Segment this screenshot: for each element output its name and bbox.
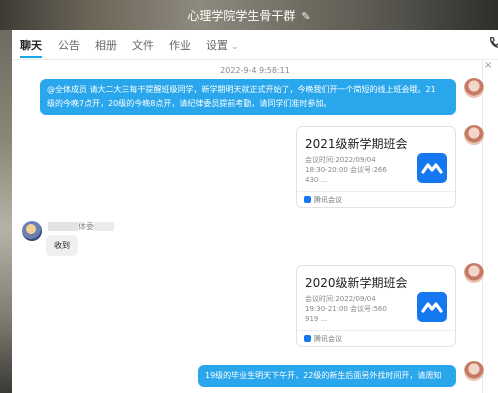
meeting-card-title: 2020级新学期班会 [305, 276, 408, 290]
name-redacted [94, 222, 114, 231]
meeting-time-label: 会议时间:2022/09/04 [305, 156, 376, 164]
meeting-id-rest: 430 ... [305, 176, 328, 184]
meeting-app-name: 腾讯会议 [314, 196, 342, 204]
meeting-card-footer: 腾讯会议 [297, 191, 455, 208]
group-title: 心理学院学生骨干群 ✎ [0, 7, 498, 24]
meeting-card-title: 2021级新学期班会 [305, 137, 408, 151]
meeting-card-2020[interactable]: 2020级新学期班会 会议时间:2022/09/04 19:30-21:00 会… [296, 265, 456, 347]
avatar[interactable] [464, 78, 484, 98]
announcement-line-1: @全体成员 请大二大三每干提醒班级同学，新学期明天就正式开始了，今晚我们开一个简… [47, 85, 436, 94]
tab-homework[interactable]: 作业 [169, 37, 191, 53]
tab-chat[interactable]: 聊天 [20, 37, 42, 53]
meeting-card-info: 会议时间:2022/09/04 18:30-20:00 会议号:266 430 … [305, 155, 405, 185]
tencent-meeting-small-icon [304, 196, 311, 203]
phone-icon[interactable] [488, 36, 498, 50]
sender-name: 体委 [48, 221, 114, 232]
avatar[interactable] [22, 221, 42, 241]
tab-settings[interactable]: 设置 ⌄ [206, 37, 239, 53]
tab-files[interactable]: 文件 [132, 37, 154, 53]
background-strip [0, 30, 12, 393]
reply-bubble[interactable]: 收到 [46, 235, 78, 256]
meeting-card-2021[interactable]: 2021级新学期班会 会议时间:2022/09/04 18:30-20:00 会… [296, 126, 456, 208]
meeting-id-rest: 919 ... [305, 315, 328, 323]
name-redacted [48, 222, 78, 231]
meeting-time-label: 会议时间:2022/09/04 [305, 295, 376, 303]
announcement-bubble[interactable]: @全体成员 请大二大三每干提醒班级同学，新学期明天就正式开始了，今晚我们开一个简… [40, 79, 456, 115]
chat-panel: 聊天 公告 相册 文件 作业 设置 ⌄ × 2022-9-4 9:58:11 @全… [12, 30, 498, 393]
meeting-card-info: 会议时间:2022/09/04 19:30-21:00 会议号:560 919 … [305, 294, 405, 324]
avatar[interactable] [464, 263, 484, 283]
notice-bubble[interactable]: 19级的毕业生明天下午开，22级的新生后面另外找时间开，请周知 [198, 365, 456, 387]
avatar[interactable] [464, 125, 484, 145]
tab-announcements[interactable]: 公告 [58, 37, 80, 53]
panel-divider [482, 60, 483, 393]
meeting-time-range: 19:30-21:00 会议号:560 [305, 305, 387, 313]
tab-settings-label: 设置 [206, 39, 228, 52]
tencent-meeting-logo-icon [417, 153, 447, 183]
message-timestamp: 2022-9-4 9:58:11 [220, 66, 290, 75]
meeting-app-name: 腾讯会议 [314, 335, 342, 343]
tab-bar: 聊天 公告 相册 文件 作业 设置 ⌄ [12, 30, 498, 60]
active-tab-indicator [20, 56, 42, 58]
avatar[interactable] [464, 361, 484, 381]
sender-role: 体委 [78, 222, 94, 231]
announcement-line-2: 级的今晚7点开，20级的今晚8点开，请纪律委员提前考勤，请同学们准时参加。 [47, 99, 332, 108]
tab-album[interactable]: 相册 [95, 37, 117, 53]
edit-icon[interactable]: ✎ [301, 10, 310, 23]
meeting-card-footer: 腾讯会议 [297, 330, 455, 347]
window-titlebar: 心理学院学生骨干群 ✎ [0, 0, 498, 30]
chevron-down-icon: ⌄ [231, 42, 239, 52]
tencent-meeting-small-icon [304, 335, 311, 342]
group-title-text: 心理学院学生骨干群 [187, 9, 296, 23]
tencent-meeting-logo-icon [417, 292, 447, 322]
meeting-time-range: 18:30-20:00 会议号:266 [305, 166, 387, 174]
